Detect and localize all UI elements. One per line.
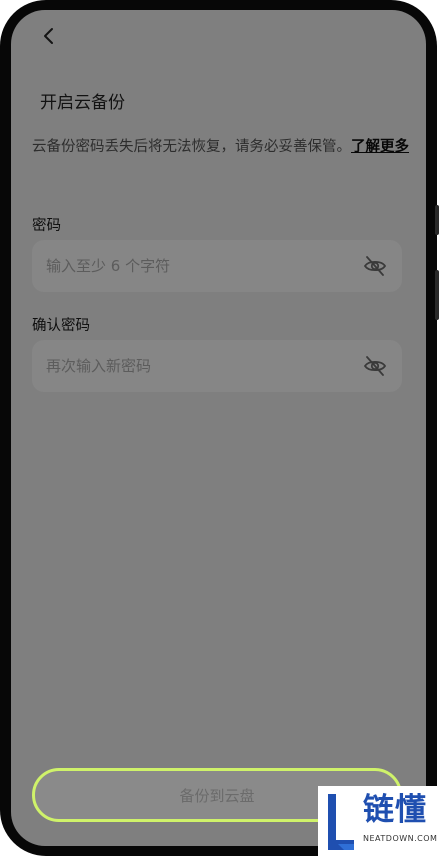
confirm-password-visibility-toggle[interactable] [362, 353, 388, 379]
watermark-domain: NEATDOWN.COM [363, 834, 438, 843]
password-label: 密码 [32, 218, 61, 234]
backup-warning: 云备份密码丢失后将无法恢复，请务必妥善保管。了解更多 [32, 134, 416, 161]
password-field [32, 240, 402, 292]
watermark-brand: 链懂 [363, 792, 427, 828]
page-title: 开启云备份 [40, 93, 125, 113]
learn-more-link[interactable]: 了解更多 [351, 139, 409, 155]
phone-body: 开启云备份 云备份密码丢失后将无法恢复，请务必妥善保管。了解更多 密码 确认密码 [0, 0, 439, 856]
phone-side-button [435, 270, 439, 320]
watermark: 链懂 NEATDOWN.COM [318, 786, 439, 858]
confirm-password-input[interactable] [46, 340, 346, 392]
back-button[interactable] [35, 22, 63, 50]
phone-side-button [435, 205, 439, 235]
confirm-password-field [32, 340, 402, 392]
password-visibility-toggle[interactable] [362, 253, 388, 279]
app-screen: 开启云备份 云备份密码丢失后将无法恢复，请务必妥善保管。了解更多 密码 确认密码 [11, 10, 426, 846]
eye-off-icon [363, 356, 387, 376]
chevron-left-icon [44, 28, 53, 44]
confirm-password-label: 确认密码 [32, 318, 90, 334]
watermark-logo-icon [328, 794, 354, 850]
screenshot-frame: 开启云备份 云备份密码丢失后将无法恢复，请务必妥善保管。了解更多 密码 确认密码 [0, 0, 439, 858]
backup-warning-text: 云备份密码丢失后将无法恢复，请务必妥善保管。 [32, 139, 351, 155]
password-input[interactable] [46, 240, 346, 292]
eye-off-icon [363, 256, 387, 276]
